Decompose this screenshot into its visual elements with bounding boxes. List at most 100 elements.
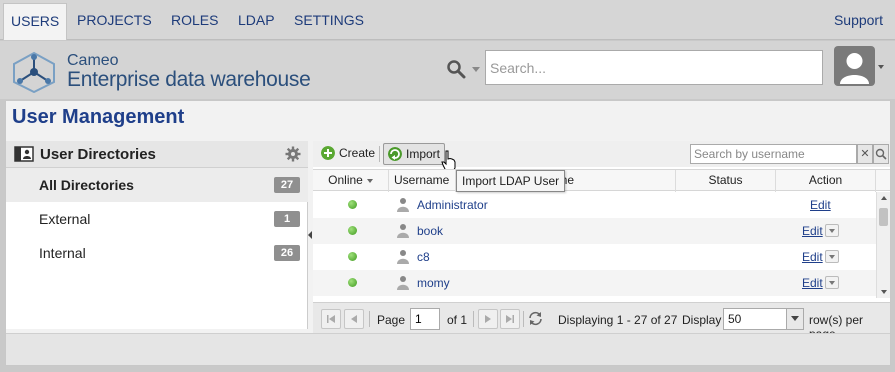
edit-link[interactable]: Edit — [802, 276, 823, 290]
pager-divider — [473, 311, 474, 327]
collapse-panel-handle-icon[interactable] — [308, 231, 312, 239]
cameo-logo-icon — [13, 51, 55, 93]
user-icon — [397, 250, 409, 264]
clear-search-icon[interactable]: ✕ — [857, 144, 873, 164]
page-number-input[interactable] — [410, 308, 440, 330]
scroll-up-icon[interactable] — [881, 196, 887, 200]
edit-link[interactable]: Edit — [810, 198, 831, 212]
page-title: User Management — [12, 106, 185, 128]
directory-label: External — [39, 211, 91, 227]
page-label: Page — [377, 313, 406, 327]
column-header-status[interactable]: Status — [676, 170, 776, 192]
edit-link[interactable]: Edit — [802, 250, 823, 264]
user-icon — [397, 224, 409, 238]
tab-ldap[interactable]: LDAP — [231, 3, 282, 37]
table-body: Administrator Edit book Edit c8 Edit mom… — [313, 192, 876, 296]
directory-item-external[interactable]: External 1 — [6, 202, 308, 236]
online-status-icon — [348, 226, 357, 235]
directory-count-badge: 27 — [274, 177, 300, 193]
edit-link[interactable]: Edit — [802, 224, 823, 238]
last-page-icon[interactable] — [500, 309, 520, 329]
directory-item-all[interactable]: All Directories 27 — [6, 168, 308, 202]
add-circle-icon — [321, 146, 335, 160]
toolbar-divider — [379, 146, 380, 162]
tab-users[interactable]: USERS — [3, 3, 68, 40]
pager-divider — [523, 311, 524, 327]
top-navigation: USERS PROJECTS ROLES LDAP SETTINGS Suppo… — [0, 0, 895, 40]
user-directories-title: User Directories — [40, 146, 156, 163]
rows-per-page-select[interactable]: 50 — [723, 308, 804, 330]
refresh-icon[interactable] — [527, 310, 544, 327]
main-panel: User Management User Directories All Dir… — [5, 100, 891, 366]
column-label: Online — [328, 173, 363, 187]
rows-per-page-value: 50 — [728, 312, 742, 326]
table-row[interactable]: c8 Edit — [313, 244, 876, 270]
chevron-down-icon[interactable] — [786, 309, 803, 329]
online-status-icon — [348, 278, 357, 287]
support-link[interactable]: Support — [834, 3, 883, 37]
pagination-bar: Page of 1 Displaying 1 - 27 of 27 Displa… — [313, 302, 890, 341]
username-link[interactable]: Administrator — [417, 198, 488, 212]
directory-label: Internal — [39, 245, 86, 261]
search-icon — [875, 148, 887, 160]
tab-roles[interactable]: ROLES — [164, 3, 225, 37]
scroll-down-icon[interactable] — [881, 290, 887, 294]
footer-bar — [6, 333, 890, 365]
import-button-label: Import — [406, 147, 441, 161]
table-header: Online Username l Name Status Action — [313, 169, 890, 192]
online-status-icon — [348, 200, 357, 209]
user-directories-panel: User Directories All Directories 27 Exte… — [6, 141, 308, 329]
import-circle-icon — [388, 147, 402, 161]
username-link[interactable]: c8 — [417, 250, 430, 264]
first-page-icon[interactable] — [321, 309, 341, 329]
row-actions-dropdown-icon[interactable] — [825, 276, 839, 289]
magnifier-icon[interactable] — [446, 59, 466, 79]
gear-icon[interactable] — [285, 146, 301, 162]
brand-product: Enterprise data warehouse — [67, 68, 311, 91]
column-header-online[interactable]: Online — [313, 170, 389, 192]
username-link[interactable]: momy — [417, 276, 450, 290]
table-row[interactable]: book Edit — [313, 218, 876, 244]
username-link[interactable]: book — [417, 224, 443, 238]
directory-book-icon — [14, 146, 34, 162]
directory-item-internal[interactable]: Internal 26 — [6, 236, 308, 270]
scroll-thumb[interactable] — [879, 208, 888, 226]
online-status-icon — [348, 252, 357, 261]
user-icon — [397, 198, 409, 212]
vertical-scrollbar[interactable] — [876, 192, 890, 298]
import-button[interactable]: Import — [383, 143, 446, 165]
display-label: Display — [682, 313, 722, 327]
pager-divider — [369, 311, 370, 327]
create-button[interactable]: Create — [317, 143, 379, 165]
user-directories-header: User Directories — [6, 141, 308, 168]
app-header: Cameo Enterprise data warehouse — [0, 41, 895, 99]
user-icon — [397, 276, 409, 290]
username-search-button[interactable] — [873, 144, 889, 164]
page-total: of 1 — [447, 313, 468, 327]
row-actions-dropdown-icon[interactable] — [825, 250, 839, 263]
previous-page-icon[interactable] — [344, 309, 364, 329]
directory-count-badge: 26 — [274, 245, 300, 261]
search-scope-caret-icon[interactable] — [472, 67, 480, 72]
users-grid: Create Import ✕ — [313, 141, 890, 341]
row-actions-dropdown-icon[interactable] — [825, 224, 839, 237]
column-header-username[interactable]: Username — [389, 170, 456, 192]
grid-toolbar: Create Import ✕ — [313, 141, 890, 172]
create-button-label: Create — [339, 146, 376, 160]
table-row[interactable]: Administrator Edit — [313, 192, 876, 218]
username-search-input[interactable] — [690, 144, 857, 164]
tab-settings[interactable]: SETTINGS — [287, 3, 371, 37]
user-avatar[interactable] — [834, 46, 875, 86]
table-row[interactable]: momy Edit — [313, 270, 876, 296]
directory-label: All Directories — [39, 177, 134, 193]
sort-descending-icon — [366, 178, 373, 183]
displaying-summary: Displaying 1 - 27 of 27 — [558, 313, 678, 327]
next-page-icon[interactable] — [478, 309, 498, 329]
global-search-input[interactable] — [485, 50, 823, 85]
import-tooltip: Import LDAP User — [456, 170, 566, 192]
tab-projects[interactable]: PROJECTS — [70, 3, 159, 37]
directory-count-badge: 1 — [274, 211, 300, 227]
user-silhouette-icon — [840, 53, 869, 84]
column-header-action: Action — [776, 170, 876, 192]
avatar-menu-caret-icon[interactable] — [878, 65, 884, 69]
